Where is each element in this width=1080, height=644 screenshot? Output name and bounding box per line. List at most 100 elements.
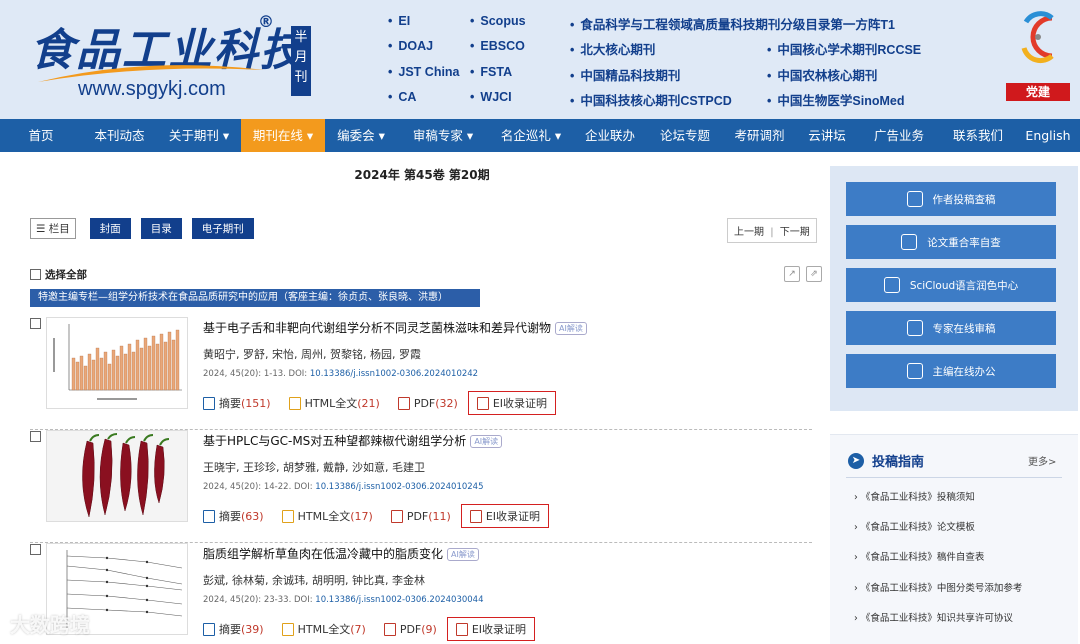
party-building-link[interactable]: 党建 — [1006, 83, 1070, 101]
index-quality: 中国精品科技期刊 — [570, 65, 680, 84]
ai-interpret-tag[interactable]: AI解读 — [470, 435, 503, 448]
select-all-checkbox[interactable] — [30, 269, 41, 280]
quality-journal-logo-icon — [1021, 11, 1054, 64]
article-meta: 2024, 45(20): 14-22. DOI: 10.13386/j.iss… — [203, 482, 484, 492]
index-wjci: WJCI — [470, 90, 511, 104]
editor-office-button[interactable]: 主编在线办公 — [846, 354, 1056, 388]
nav-online[interactable]: 期刊在线 ▾ — [241, 119, 325, 152]
article-links: 摘要 (151) HTML全文 (21) PDF (32) EI收录证明 — [203, 391, 557, 415]
nav-home[interactable]: 首页 — [0, 119, 82, 152]
nav-forum[interactable]: 论坛专题 — [647, 119, 723, 152]
nav-about[interactable]: 关于期刊 ▾ — [157, 119, 241, 152]
special-column-banner[interactable]: 特邀主编专栏—组学分析技术在食品品质研究中的应用（客座主编：徐贞贞、张良晓、洪惠… — [30, 289, 480, 307]
similarity-check-button[interactable]: 论文重合率自查 — [846, 225, 1056, 259]
article-authors: 王晓宇, 王珍珍, 胡梦雅, 戴静, 沙如意, 毛建卫 — [203, 461, 425, 474]
next-issue-link[interactable]: 下一期 — [780, 227, 810, 238]
export-icon[interactable]: ↗ — [784, 266, 800, 282]
abstract-icon — [203, 622, 215, 636]
monitor-icon — [906, 363, 923, 379]
guide-item[interactable]: › 《食品工业科技》投稿须知 — [854, 489, 975, 503]
nav-adjust[interactable]: 考研调剂 — [723, 119, 796, 152]
index-pku-core: 北大核心期刊 — [570, 39, 655, 58]
export-tools: ↗ ⇗ — [778, 266, 822, 282]
article-item: 基于电子舌和非靶向代谢组学分析不同灵芝菌株滋味和差异代谢物 AI解读 黄昭宁, 罗… — [30, 317, 812, 430]
select-all-label: 选择全部 — [45, 269, 87, 281]
abstract-link[interactable]: 摘要 (151) — [203, 395, 271, 411]
share-icon[interactable]: ⇗ — [806, 266, 822, 282]
index-ei: EI — [388, 14, 410, 28]
article-checkbox[interactable] — [30, 544, 41, 555]
abstract-icon — [203, 396, 215, 410]
author-services-sidebar: 作者投稿查稿 论文重合率自查 SciCloud语言润色中心 专家在线审稿 主编在… — [830, 166, 1078, 411]
doi-link[interactable]: 10.13386/j.issn1002-0306.2024010242 — [310, 369, 478, 379]
cover-button[interactable]: 封面 — [89, 218, 131, 239]
user-icon — [906, 191, 923, 207]
index-scopus: Scopus — [470, 14, 525, 28]
nav-joint[interactable]: 企业联办 — [573, 119, 647, 152]
article-links: 摘要 (39) HTML全文 (7) PDF (9) EI收录证明 — [203, 617, 536, 641]
article-title[interactable]: 脂质组学解析草鱼肉在低温冷藏中的脂质变化 AI解读 — [203, 545, 479, 562]
html-fulltext-link[interactable]: HTML全文 (7) — [281, 621, 366, 637]
prev-issue-link[interactable]: 上一期 — [734, 227, 764, 238]
abstract-icon — [203, 509, 215, 523]
nav-contact[interactable]: 联系我们 — [940, 119, 1016, 152]
html-fulltext-link[interactable]: HTML全文 (21) — [288, 395, 380, 411]
index-ca: CA — [388, 90, 416, 104]
article-links: 摘要 (63) HTML全文 (17) PDF (11) EI收录证明 — [203, 504, 550, 528]
guide-item[interactable]: › 《食品工业科技》中图分类号添加参考 — [854, 580, 1022, 594]
article-title[interactable]: 基于电子舌和非靶向代谢组学分析不同灵芝菌株滋味和差异代谢物 AI解读 — [203, 319, 587, 336]
e-journal-button[interactable]: 电子期刊 — [191, 218, 254, 239]
ai-interpret-tag[interactable]: AI解读 — [447, 548, 479, 561]
nav-ads[interactable]: 广告业务 — [858, 119, 940, 152]
doi-link[interactable]: 10.13386/j.issn1002-0306.2024010245 — [315, 482, 483, 492]
guide-item[interactable]: › 《食品工业科技》知识共享许可协议 — [854, 610, 1013, 624]
category-button[interactable]: ☰ 栏目 — [30, 218, 76, 239]
semi-monthly-badge: 半月刊 — [291, 26, 311, 96]
ei-certificate-link[interactable]: EI收录证明 — [446, 617, 536, 641]
index-rccse: 中国核心学术期刊RCCSE — [767, 39, 921, 58]
article-meta: 2024, 45(20): 1-13. DOI: 10.13386/j.issn… — [203, 369, 479, 379]
article-checkbox[interactable] — [30, 431, 41, 442]
doi-link[interactable]: 10.13386/j.issn1002-0306.2024030044 — [315, 595, 483, 605]
nav-english[interactable]: English — [1016, 119, 1080, 152]
ei-certificate-link[interactable]: EI收录证明 — [460, 504, 550, 528]
select-all[interactable]: 选择全部 — [30, 267, 87, 282]
submission-tracking-button[interactable]: 作者投稿查稿 — [846, 182, 1056, 216]
pdf-icon — [383, 622, 396, 636]
issue-title: 2024年 第45卷 第20期 — [354, 168, 490, 182]
article-item: 基于HPLC与GC-MS对五种望都辣椒代谢组学分析 AI解读 王晓宇, 王珍珍, … — [30, 430, 812, 543]
pdf-link[interactable]: PDF (32) — [397, 396, 458, 410]
expert-review-button[interactable]: 专家在线审稿 — [846, 311, 1056, 345]
nav-news[interactable]: 本刊动态 — [82, 119, 157, 152]
pdf-link[interactable]: PDF (11) — [390, 509, 451, 523]
pdf-icon — [397, 396, 410, 410]
issue-toolbar: ☰ 栏目 封面 目录 电子期刊 — [30, 218, 264, 239]
ai-interpret-tag[interactable]: AI解读 — [555, 322, 587, 335]
nav-editorial-board[interactable]: 编委会 ▾ — [325, 119, 397, 152]
guide-item[interactable]: › 《食品工业科技》稿件自查表 — [854, 549, 984, 563]
pdf-icon — [455, 622, 468, 636]
main-nav: 首页 本刊动态 关于期刊 ▾ 期刊在线 ▾ 编委会 ▾ 审稿专家 ▾ 名企巡礼 … — [0, 119, 1080, 152]
pdf-icon — [390, 509, 403, 523]
article-thumbnail[interactable] — [46, 430, 188, 522]
article-title[interactable]: 基于HPLC与GC-MS对五种望都辣椒代谢组学分析 AI解读 — [203, 432, 503, 449]
compass-icon: ➤ — [848, 452, 864, 469]
ei-certificate-link[interactable]: EI收录证明 — [467, 391, 557, 415]
site-url[interactable]: www.spgykj.com — [78, 78, 226, 101]
guide-more-link[interactable]: 更多> — [1028, 453, 1056, 468]
article-thumbnail[interactable] — [46, 317, 188, 409]
nav-companies[interactable]: 名企巡礼 ▾ — [489, 119, 573, 152]
guide-item[interactable]: › 《食品工业科技》论文模板 — [854, 519, 975, 533]
nav-cloud-lecture[interactable]: 云讲坛 — [796, 119, 858, 152]
index-agri-core: 中国农林核心期刊 — [767, 65, 877, 84]
index-cstpcd: 中国科技核心期刊CSTPCD — [570, 90, 731, 109]
abstract-link[interactable]: 摘要 (63) — [203, 508, 264, 524]
article-checkbox[interactable] — [30, 318, 41, 329]
toc-button[interactable]: 目录 — [140, 218, 182, 239]
html-icon — [281, 622, 294, 636]
abstract-link[interactable]: 摘要 (39) — [203, 621, 264, 637]
language-polishing-button[interactable]: SciCloud语言润色中心 — [846, 268, 1056, 302]
pdf-link[interactable]: PDF (9) — [383, 622, 437, 636]
nav-reviewers[interactable]: 审稿专家 ▾ — [397, 119, 489, 152]
html-fulltext-link[interactable]: HTML全文 (17) — [281, 508, 373, 524]
